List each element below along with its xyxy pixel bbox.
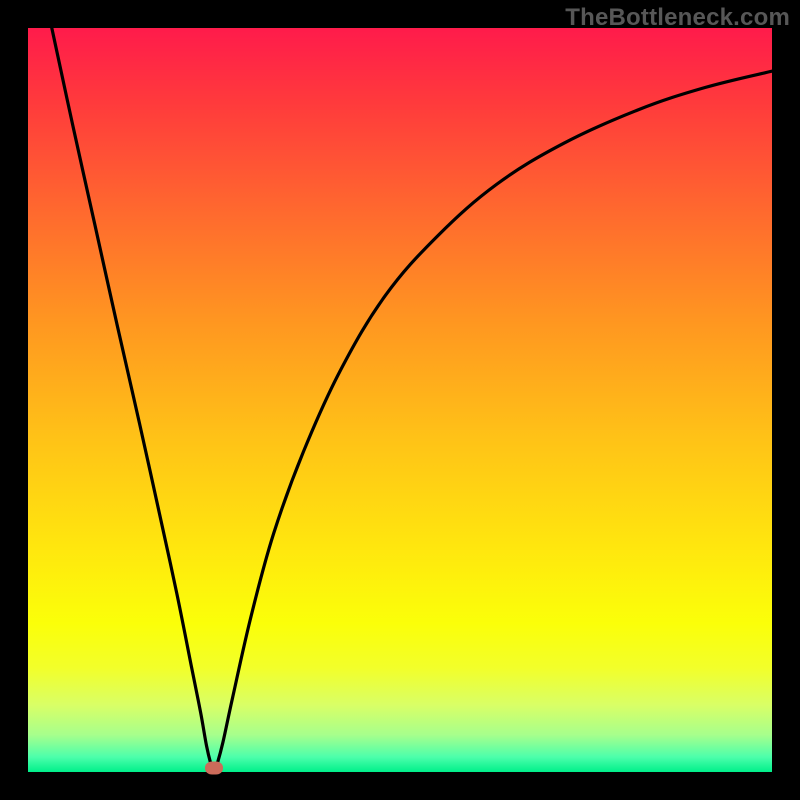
chart-frame: TheBottleneck.com <box>0 0 800 800</box>
curve-path <box>52 28 772 772</box>
curve-svg <box>28 28 772 772</box>
plot-area <box>28 28 772 772</box>
watermark-text: TheBottleneck.com <box>565 4 790 32</box>
minimum-marker <box>205 761 223 774</box>
